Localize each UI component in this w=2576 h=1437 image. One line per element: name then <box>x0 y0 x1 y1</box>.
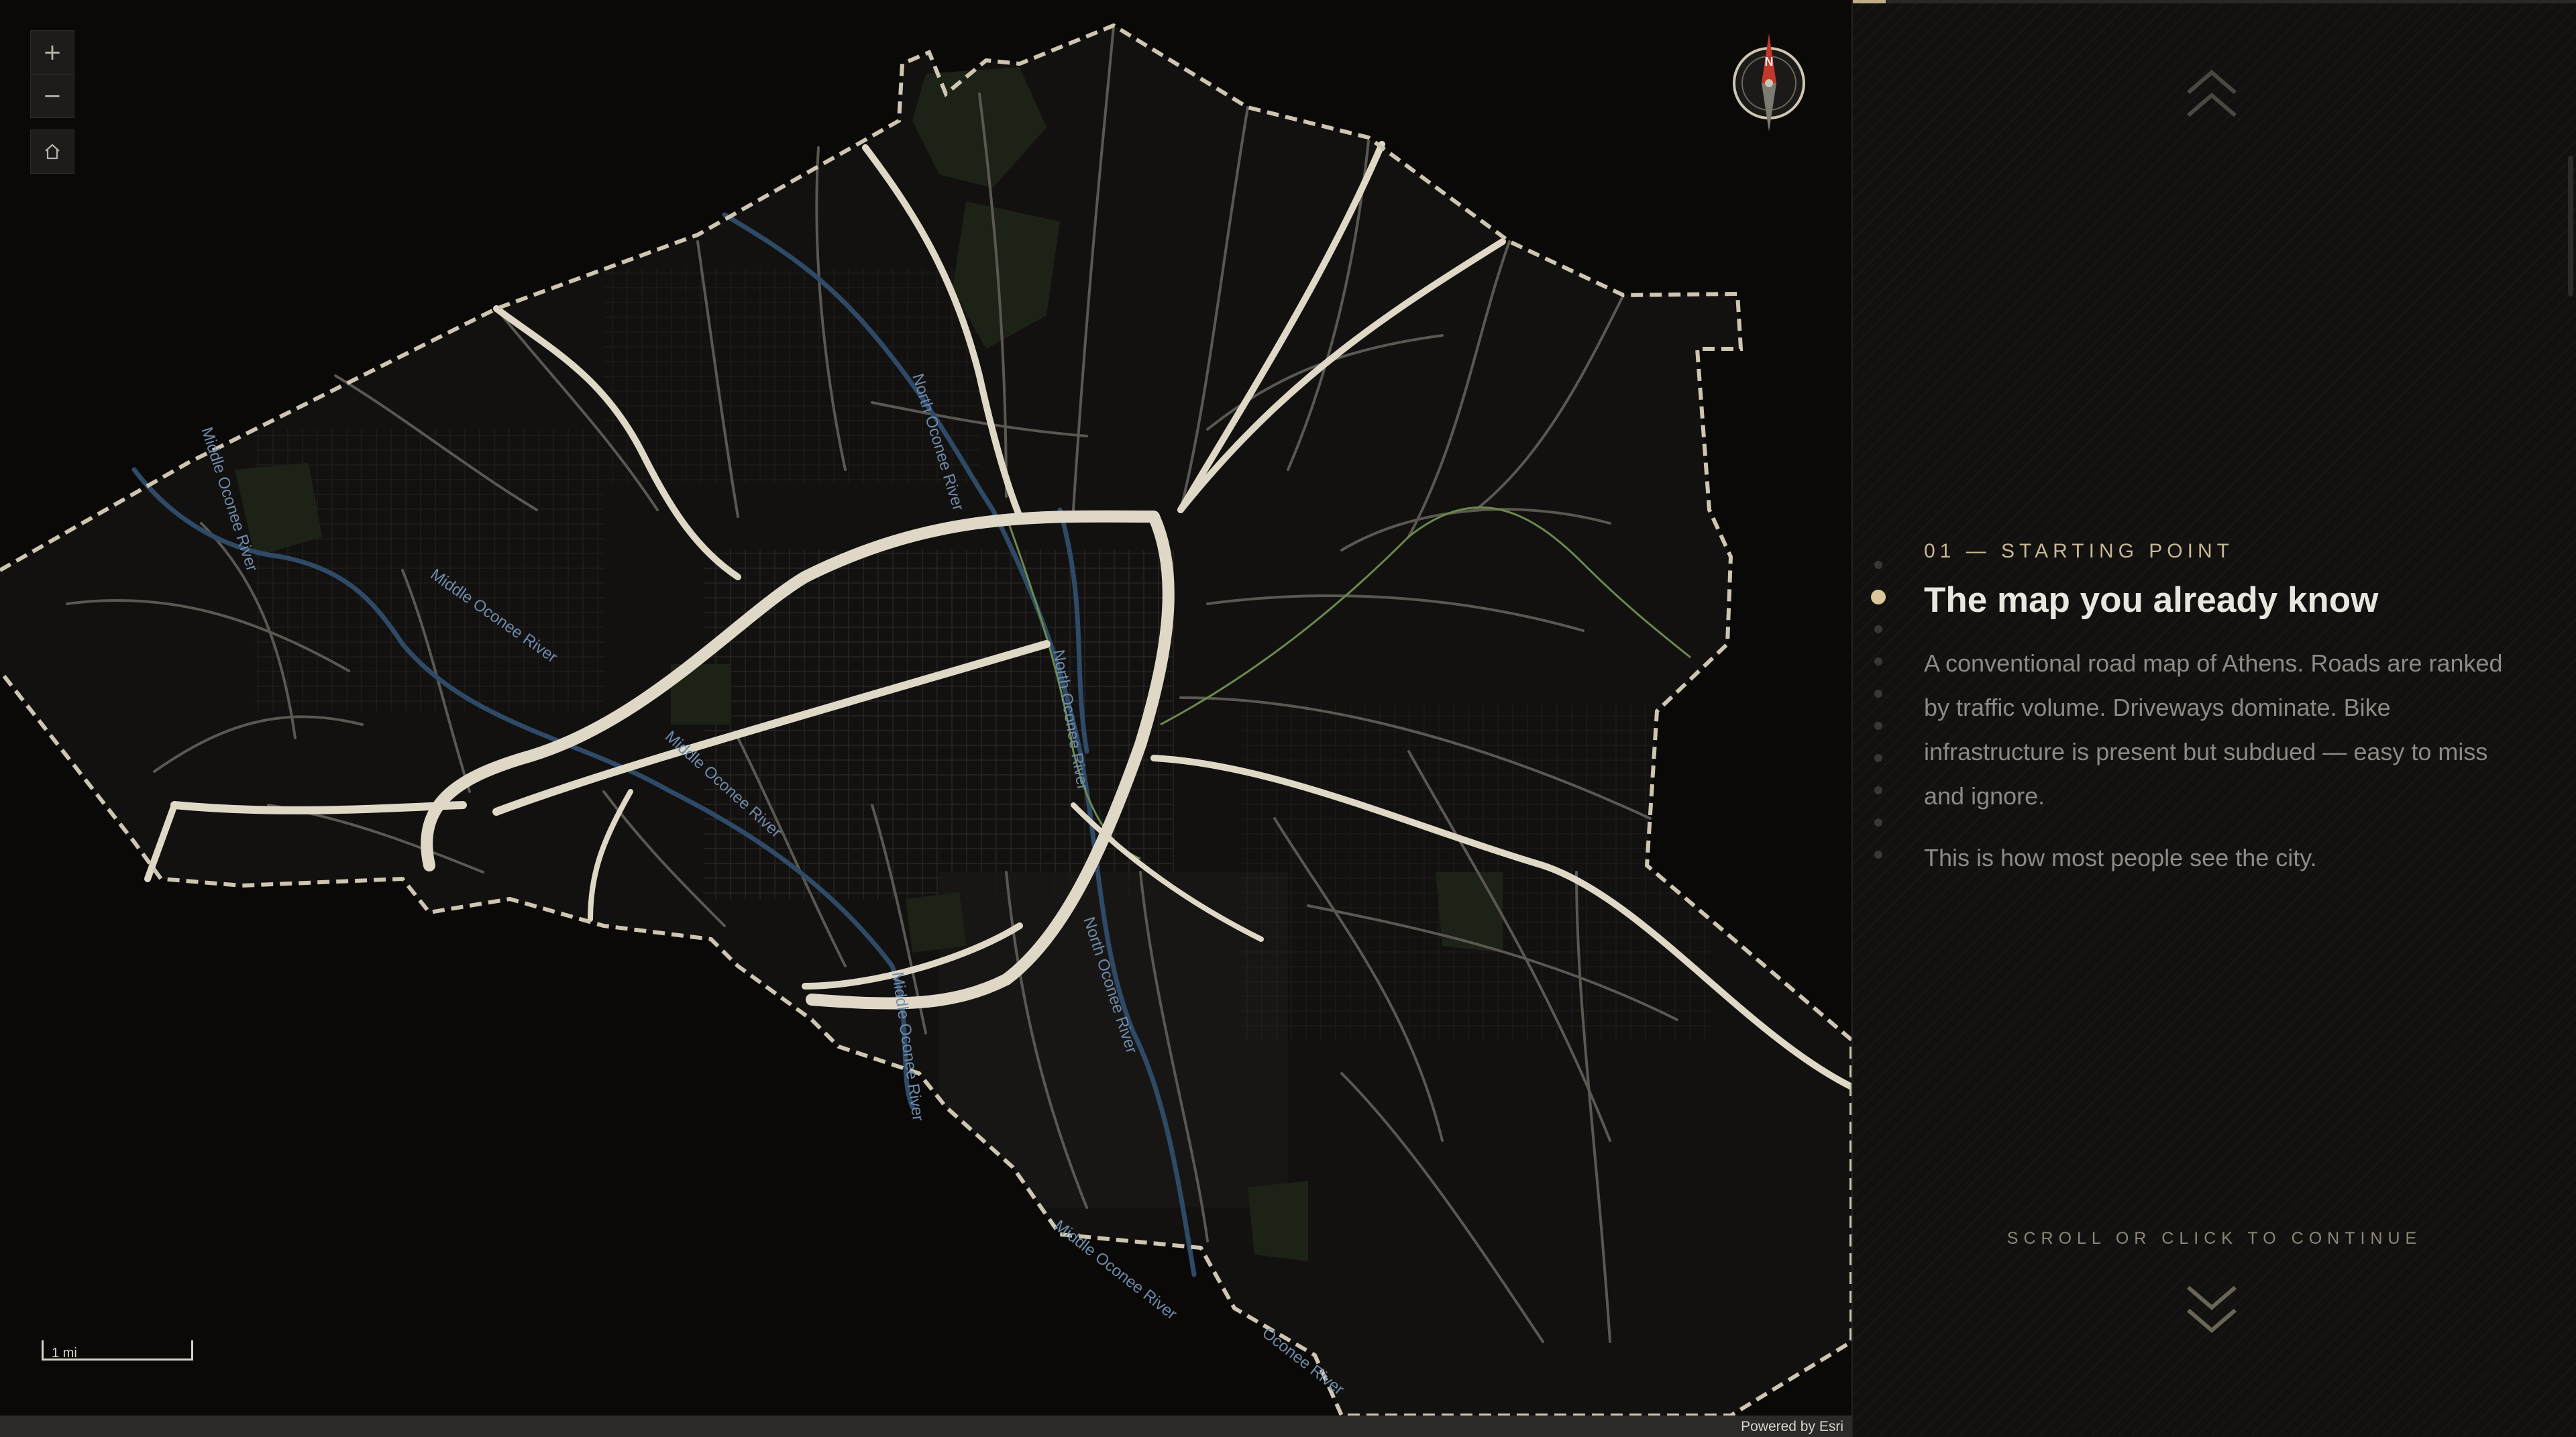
step-paragraph: This is how most people see the city. <box>1924 843 2317 871</box>
continue-hint[interactable]: SCROLL OR CLICK TO CONTINUE <box>1853 1229 2576 1248</box>
chevron-down-icon <box>2187 1285 2237 1333</box>
scale-label: 1 mi <box>52 1346 77 1361</box>
attribution-bar: Powered by Esri <box>0 1416 1851 1437</box>
compass-icon: N <box>1733 34 1805 131</box>
step-dot[interactable] <box>1874 786 1882 794</box>
panel-scrollbar[interactable] <box>2568 156 2573 297</box>
story-panel[interactable]: 01 — STARTING POINT The map you already … <box>1851 0 2576 1437</box>
previous-step-button[interactable] <box>2182 64 2242 125</box>
step-dot[interactable] <box>1871 590 1886 604</box>
step-dot[interactable] <box>1874 690 1882 698</box>
map-view[interactable]: Middle Oconee River Middle Oconee River … <box>0 0 1851 1416</box>
step-dot[interactable] <box>1874 818 1882 827</box>
step-dot[interactable] <box>1874 561 1882 569</box>
zoom-in-button[interactable]: + <box>31 31 74 74</box>
step-dot[interactable] <box>1874 657 1882 666</box>
road-map[interactable]: Middle Oconee River Middle Oconee River … <box>0 0 1851 1416</box>
compass-button[interactable]: N <box>1729 31 1809 131</box>
attribution-text[interactable]: Powered by Esri <box>1741 1419 1843 1435</box>
step-dot[interactable] <box>1874 722 1882 730</box>
story-step: 01 — STARTING POINT The map you already … <box>1924 540 2514 898</box>
story-map-app: Middle Oconee River Middle Oconee River … <box>0 0 2576 1437</box>
progress-fill <box>1853 0 1886 3</box>
step-paragraph: A conventional road map of Athens. Roads… <box>1924 649 2503 810</box>
scale-bar: 1 mi <box>42 1340 193 1361</box>
step-dot[interactable] <box>1874 851 1882 859</box>
home-button[interactable] <box>30 129 74 174</box>
chevron-up-icon <box>2187 70 2237 117</box>
zoom-controls: + − <box>30 30 74 118</box>
home-icon <box>45 144 60 160</box>
step-dot[interactable] <box>1874 625 1882 633</box>
compass-letter: N <box>1765 55 1774 68</box>
step-kicker: 01 — STARTING POINT <box>1924 540 2234 562</box>
step-body: A conventional road map of Athens. Roads… <box>1924 641 2514 880</box>
step-dot[interactable] <box>1874 754 1882 762</box>
progress-bar <box>1853 0 2576 3</box>
zoom-out-button[interactable]: − <box>31 74 74 117</box>
next-step-button[interactable] <box>2182 1278 2242 1338</box>
step-title: The map you already know <box>1924 580 2379 620</box>
